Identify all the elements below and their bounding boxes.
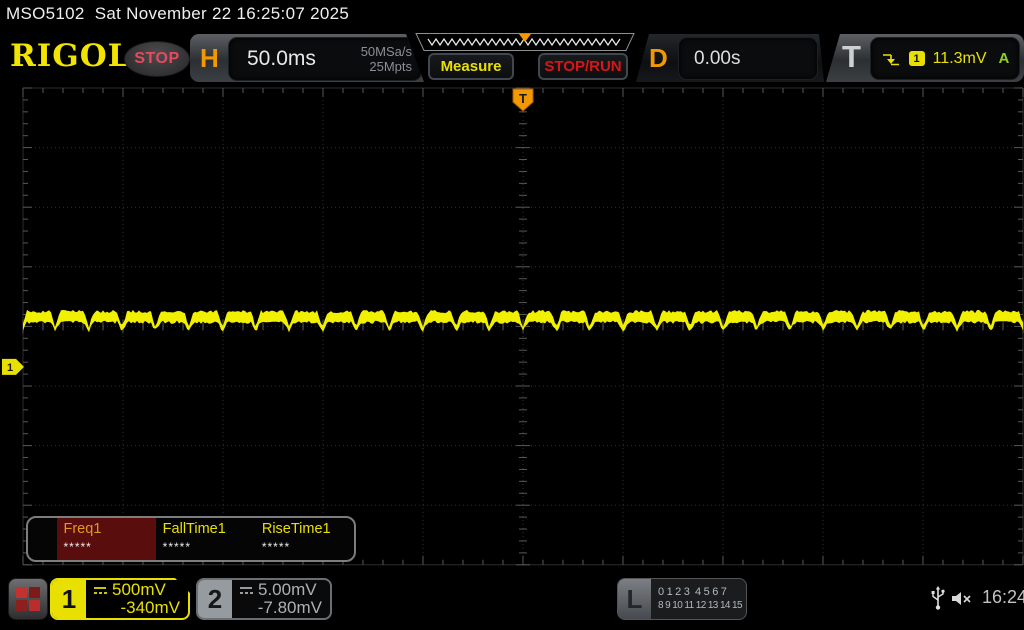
logic-channels-box[interactable]: L 0 1 2 3 4 5 6 7 8 9 10 11 12 13 14 15 [617, 578, 747, 620]
measurement-falltime1[interactable]: FallTime1 ***** [156, 518, 255, 560]
speaker-muted-icon [952, 592, 971, 605]
measurement-label: Freq1 [63, 521, 102, 537]
channel-2-number: 2 [198, 580, 232, 618]
logic-row-2: 8 9 10 11 12 13 14 15 [658, 600, 743, 611]
windows-menu-button[interactable] [8, 578, 48, 620]
measurement-panel[interactable]: Freq1 ***** FallTime1 ***** RiseTime1 **… [26, 516, 356, 562]
usb-status [930, 586, 946, 617]
logic-row-1: 0 1 2 3 4 5 6 7 [658, 586, 727, 598]
channel-1-box[interactable]: 1 500mV -340mV [50, 578, 190, 620]
channel-2-offset: -7.80mV [257, 598, 322, 617]
windows-grid-icon [16, 587, 40, 611]
channel-2-scale: 5.00mV [258, 580, 317, 599]
trigger-position-marker[interactable]: T [512, 88, 534, 112]
sound-status [950, 589, 974, 614]
logic-label: L [618, 579, 651, 619]
logic-channel-numbers: 0 1 2 3 4 5 6 7 8 9 10 11 12 13 14 15 [651, 579, 746, 619]
graticule-grid [22, 87, 1024, 566]
svg-text:1: 1 [7, 362, 13, 374]
clock: 16:24 [982, 587, 1024, 607]
channel-1-ground-marker[interactable]: 1 [2, 358, 24, 375]
measurement-spacer [28, 518, 57, 560]
channel-1-offset: -340mV [120, 598, 180, 617]
channel-1-scale: 500mV [112, 580, 166, 599]
measurement-risetime1[interactable]: RiseTime1 ***** [255, 518, 354, 560]
measurement-value: ***** [162, 540, 192, 554]
channel-1-number: 1 [52, 580, 86, 618]
measurement-freq1[interactable]: Freq1 ***** [56, 518, 156, 560]
dc-coupling-icon [92, 584, 108, 596]
channel-2-box[interactable]: 2 5.00mV -7.80mV [196, 578, 332, 620]
measurement-value: ***** [261, 540, 291, 554]
svg-text:T: T [519, 91, 527, 106]
measurement-value: ***** [63, 540, 92, 554]
measurement-label: RiseTime1 [261, 521, 331, 537]
oscilloscope-screen: MSO5102 Sat November 22 16:25:07 2025 RI… [0, 0, 1024, 630]
usb-icon [931, 586, 945, 610]
bottom-bar: 1 500mV -340mV 2 5.00mV -7.80mV L 0 1 2 … [0, 576, 1024, 630]
measurement-label: FallTime1 [162, 521, 226, 537]
dc-coupling-icon [240, 587, 253, 594]
